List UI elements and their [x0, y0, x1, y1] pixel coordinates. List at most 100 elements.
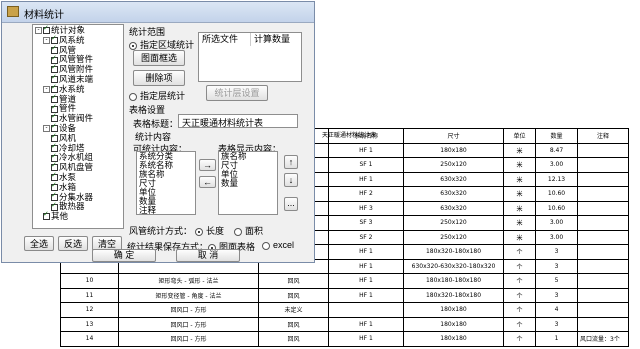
tree-item[interactable]: 散热器	[51, 201, 85, 212]
select-all-button[interactable]: 全选	[24, 236, 54, 251]
statistics-object-tree[interactable]: -统计对象-风系统风管风管管件风管附件风道末端-水系统管道管件水管阀件-设备风机…	[32, 24, 124, 229]
table-cell-unit: 个	[503, 244, 536, 260]
table-cell-note	[577, 229, 629, 245]
table-cell-size: 180x180	[403, 331, 504, 347]
select-region-button[interactable]: 图面框选	[133, 50, 185, 66]
table-cell-qty: 8.47	[535, 142, 578, 158]
tree-item[interactable]: 冷水机组	[51, 152, 93, 162]
table-cell-type: 回风	[258, 331, 329, 347]
tree-expander-icon[interactable]: -	[35, 27, 42, 35]
tree-item-label: 散热器	[59, 201, 85, 212]
floor-settings-button[interactable]: 统计层设置	[206, 85, 268, 101]
remove-arrow-button[interactable]: ←	[199, 176, 216, 188]
move-up-button[interactable]: ↑	[284, 155, 298, 169]
tree-item-label: 水系统	[59, 83, 85, 94]
area-radio-label: 面积	[245, 226, 264, 236]
tree-checkbox[interactable]	[43, 210, 50, 221]
tree-item[interactable]: 风管附件	[51, 63, 93, 74]
table-cell-system: HF 1	[328, 142, 404, 158]
table-cell-unit: 米	[503, 200, 536, 216]
table-cell-system: HF 1	[328, 273, 404, 289]
tree-item-label: 水箱	[59, 181, 77, 192]
tree-expander-icon[interactable]: -	[43, 37, 50, 45]
tree-item[interactable]: - 水系统	[43, 83, 85, 94]
move-down-button[interactable]: ↓	[284, 173, 298, 187]
available-content-list[interactable]: 系统分类 系统名称 族名称 尺寸 单位 数量 注释	[136, 151, 196, 215]
tree-item[interactable]: - 风系统	[43, 34, 85, 45]
table-cell-size: 250x120	[403, 215, 504, 231]
table-cell-unit: 米	[503, 171, 536, 187]
list-item[interactable]: 注释	[137, 206, 195, 215]
delete-item-button[interactable]: 删除项	[133, 70, 185, 86]
dialog-titlebar[interactable]: 材料统计	[2, 2, 314, 23]
tree-checkbox[interactable]	[43, 24, 50, 35]
tree-item[interactable]: -统计对象	[35, 24, 85, 35]
table-cell-no: 10	[60, 273, 119, 289]
region-radio-indicator[interactable]	[129, 41, 137, 50]
table-cell-qty: 5	[535, 273, 578, 289]
table-cell-type: 未定义	[258, 302, 329, 318]
display-content-list[interactable]: 族名称 尺寸 单位 数量	[218, 151, 278, 215]
add-arrow-button[interactable]: →	[199, 159, 216, 171]
tree-item[interactable]: 风管管件	[51, 54, 94, 65]
tree-item-label: 风道末端	[59, 74, 94, 84]
table-cell-note	[577, 142, 629, 158]
excel-radio-indicator[interactable]	[262, 241, 270, 250]
floor-radio-label: 指定层统计	[140, 91, 186, 101]
tree-item[interactable]: 水管阀件	[51, 112, 94, 124]
area-radio[interactable]: 面积	[234, 224, 263, 237]
length-radio-indicator[interactable]	[195, 227, 203, 236]
header-cell: 系统名称	[328, 128, 404, 144]
tree-item-label: 管道	[59, 93, 77, 104]
excel-radio[interactable]: excel	[262, 240, 294, 250]
length-radio-label: 长度	[206, 226, 225, 236]
table-cell-note	[577, 186, 629, 202]
floor-radio-indicator[interactable]	[129, 92, 137, 101]
table-cell-unit: 个	[503, 316, 536, 332]
table-cell-qty: 3	[535, 258, 578, 274]
table-cell-name: 回风口 - 方形	[118, 331, 259, 347]
invert-selection-button[interactable]: 反选	[58, 236, 88, 251]
table-cell-system: HF 3	[328, 200, 404, 216]
tree-item[interactable]: 风机盘管	[51, 161, 93, 172]
ok-button[interactable]: 确 定	[92, 249, 156, 262]
scope-label: 统计范围	[129, 27, 166, 37]
list-item[interactable]: 数量	[219, 179, 277, 188]
table-cell-size: 180x320-180x180	[403, 287, 504, 303]
table-cell-note	[577, 215, 629, 231]
tree-expander-icon[interactable]: -	[43, 86, 50, 94]
tree-expander-icon[interactable]: -	[43, 125, 50, 133]
table-cell-name: 回风口 - 方形	[118, 302, 259, 318]
tree-item-label: 管件	[59, 103, 77, 114]
length-radio[interactable]: 长度	[195, 224, 224, 237]
table-cell-note	[577, 200, 629, 216]
tree-item-label: 风管管件	[59, 54, 94, 65]
area-radio-indicator[interactable]	[234, 227, 242, 236]
more-button[interactable]: ...	[284, 197, 298, 211]
app-icon	[7, 6, 19, 17]
table-cell-no: 14	[60, 331, 119, 347]
cancel-button[interactable]: 取 消	[176, 249, 240, 262]
tree-item[interactable]: 其他	[43, 210, 68, 221]
table-cell-qty: 3.00	[535, 215, 578, 231]
table-cell-name: 矩形弯头 - 弧形 - 法兰	[118, 273, 259, 289]
table-cell-system: SF 1	[328, 157, 404, 173]
tree-item[interactable]: 分集水器	[51, 191, 93, 202]
tree-item[interactable]: 风道末端	[51, 73, 94, 84]
file-list[interactable]: 所选文件 计算数量	[198, 32, 302, 82]
tree-item[interactable]: - 设备	[43, 122, 76, 133]
tree-checkbox[interactable]	[51, 201, 58, 211]
floor-radio[interactable]: 指定层统计	[129, 89, 185, 102]
table-cell-system: SF 3	[328, 215, 404, 231]
table-cell-note	[577, 287, 629, 303]
table-cell-qty: 4	[535, 302, 578, 318]
tree-item-label: 水管阀件	[59, 113, 94, 124]
table-cell-note	[577, 244, 629, 260]
table-title-input[interactable]: 天正暖通材料统计表	[178, 114, 298, 128]
table-cell-qty: 3	[535, 287, 578, 303]
header-cell: 注释	[577, 128, 629, 144]
table-cell-system: HF 1	[328, 244, 404, 260]
table-cell-name: 矩形变径管 - 角度 - 法兰	[118, 287, 259, 303]
excel-radio-label: excel	[273, 240, 295, 250]
table-cell-system	[328, 302, 404, 318]
